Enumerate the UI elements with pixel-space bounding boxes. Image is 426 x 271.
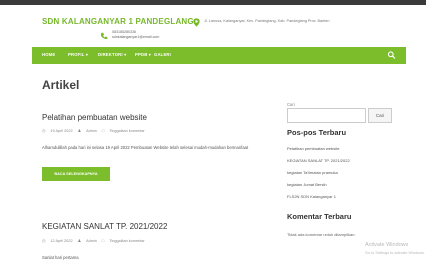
site-header: SDN KALANGANYAR 1 PANDEGLANG 08318528033…	[0, 5, 426, 43]
main-navigation: HOME PROFIL ▾ DIREKTORI ▾ PPDB ▾ GALERI	[32, 47, 406, 64]
read-more-button[interactable]: BACA SELENGKAPNYA	[42, 167, 110, 181]
post-date[interactable]: 12 April 2022	[50, 239, 72, 243]
user-icon: ♟	[77, 239, 82, 243]
recent-comments-heading: Komentar Terbaru	[287, 212, 352, 221]
email-address: sdnkalanganyar1@email.com	[112, 35, 160, 39]
post-title[interactable]: Pelatihan pembuatan website	[42, 113, 147, 122]
post-excerpt: Sanlat hari pertama	[42, 255, 79, 260]
nav-direktori[interactable]: DIREKTORI ▾	[98, 52, 126, 57]
location-pin-icon	[193, 18, 200, 27]
post-title[interactable]: KEGIATAN SANLAT TP. 2021/2022	[42, 222, 167, 231]
user-icon: ♟	[77, 129, 82, 133]
recent-comments-empty: Tidak ada komentar untuk ditampilkan.	[287, 232, 356, 237]
activate-windows-subtext: Go to Settings to activate Windows.	[365, 251, 425, 255]
post-author[interactable]: Admin	[86, 239, 97, 243]
search-label: Cari	[287, 102, 295, 107]
calendar-icon: ◷	[42, 129, 46, 133]
post-comments-link[interactable]: Tinggalkan komentar	[109, 239, 144, 243]
post-excerpt: Alhamdulillah pada hari ini selasa 19 Ap…	[42, 145, 249, 150]
page-title: Artikel	[42, 78, 80, 92]
sidebar-search-input[interactable]	[287, 108, 366, 123]
comment-icon: □	[101, 129, 105, 133]
post-author[interactable]: Admin	[86, 129, 97, 133]
calendar-icon: ◷	[42, 239, 46, 243]
post-date[interactable]: 19 April 2022	[50, 129, 72, 133]
nav-profil[interactable]: PROFIL ▾	[68, 52, 88, 57]
address-text: Jl. Lanusa, Kalanganyar, Kec. Pandeglang…	[204, 19, 330, 23]
search-icon[interactable]	[387, 50, 396, 60]
comment-icon: □	[101, 239, 105, 243]
recent-post-link[interactable]: Pelatihan pembuatan website	[287, 146, 339, 151]
sidebar-search-button[interactable]: Cari	[368, 108, 392, 123]
nav-galeri[interactable]: GALERI	[154, 52, 171, 57]
site-title[interactable]: SDN KALANGANYAR 1 PANDEGLANG	[42, 17, 194, 26]
nav-home[interactable]: HOME	[42, 52, 55, 57]
recent-post-link[interactable]: kegiatan Jumat Bersih	[287, 182, 327, 187]
phone-icon	[100, 32, 108, 39]
post-meta: ◷ 19 April 2022 ♟ Admin □ Tinggalkan kom…	[42, 128, 149, 133]
recent-post-link[interactable]: KEGIATAN SANLAT TP. 2021/2022	[287, 158, 350, 163]
activate-windows-watermark: Activate Windows	[365, 242, 409, 248]
nav-ppdb[interactable]: PPDB ▾	[135, 52, 151, 57]
recent-post-link[interactable]: FLS2N SDN Kalanganyar 1	[287, 194, 336, 199]
recent-posts-heading: Pos-pos Terbaru	[287, 128, 347, 137]
recent-post-link[interactable]: kegiatan Ta'limatan pramuka	[287, 170, 338, 175]
post-meta: ◷ 12 April 2022 ♟ Admin □ Tinggalkan kom…	[42, 238, 149, 243]
post-comments-link[interactable]: Tinggalkan komentar	[109, 129, 144, 133]
contact-info: 083185280336 sdnkalanganyar1@email.com	[112, 30, 159, 40]
